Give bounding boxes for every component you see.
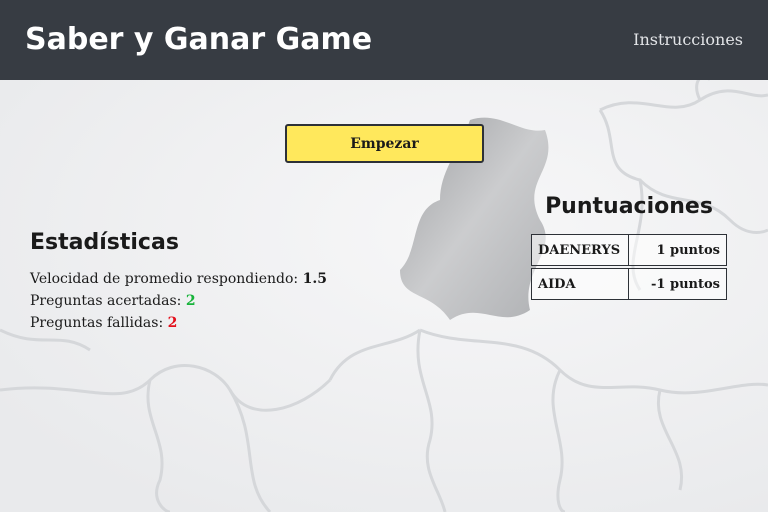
top-navbar: Saber y Ganar Game Instrucciones <box>0 0 768 80</box>
table-row: DAENERYS 1 puntos <box>531 234 727 266</box>
player-name: DAENERYS <box>531 234 629 266</box>
stat-avg-speed: Velocidad de promedio respondiendo: 1.5 <box>30 268 327 290</box>
stats-title: Estadísticas <box>30 230 179 255</box>
scores-table: DAENERYS 1 puntos AIDA -1 puntos <box>531 232 727 302</box>
stat-value: 2 <box>167 315 178 331</box>
app-title[interactable]: Saber y Ganar Game <box>25 18 372 62</box>
table-row: AIDA -1 puntos <box>531 268 727 300</box>
player-points: -1 puntos <box>629 268 727 300</box>
stat-correct: Preguntas acertadas: 2 <box>30 290 196 312</box>
stat-value: 1.5 <box>302 271 327 287</box>
stat-label: Velocidad de promedio respondiendo: <box>30 271 299 287</box>
stat-label: Preguntas acertadas: <box>30 293 182 309</box>
stat-label: Preguntas fallidas: <box>30 315 164 331</box>
start-button[interactable]: Empezar <box>285 124 484 163</box>
stat-value: 2 <box>185 293 196 309</box>
stat-wrong: Preguntas fallidas: 2 <box>30 312 177 334</box>
instructions-link[interactable]: Instrucciones <box>633 28 743 52</box>
player-points: 1 puntos <box>629 234 727 266</box>
player-name: AIDA <box>531 268 629 300</box>
scores-title: Puntuaciones <box>545 194 713 219</box>
